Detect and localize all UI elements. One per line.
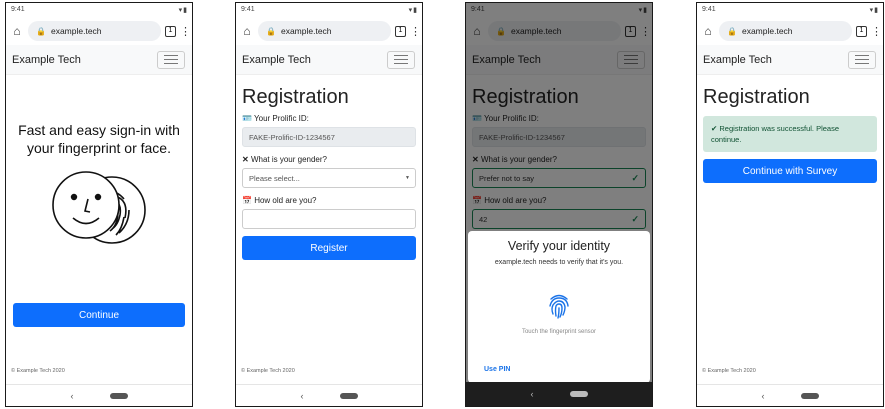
status-time: 9:41 — [702, 6, 716, 13]
fingerprint-hint: Touch the fingerprint sensor — [521, 329, 597, 335]
address-text: example.tech — [280, 26, 332, 36]
site-brand[interactable]: Example Tech — [703, 54, 772, 66]
hamburger-menu-icon[interactable] — [848, 50, 876, 69]
page-title: Registration — [242, 86, 349, 108]
success-message: Registration was successful. Please cont… — [711, 124, 840, 144]
back-icon[interactable]: ‹ — [762, 391, 765, 401]
site-navbar: Example Tech — [6, 45, 192, 75]
continue-survey-button[interactable]: Continue with Survey — [703, 159, 877, 183]
biometric-prompt-sheet: Verify your identity example.tech needs … — [468, 231, 650, 383]
address-bar[interactable]: 🔒 example.tech — [719, 21, 852, 41]
address-bar[interactable]: 🔒 example.tech — [28, 21, 161, 41]
page-title: Registration — [703, 86, 810, 108]
status-bar: 9:41 ▾▮ — [697, 3, 883, 17]
system-nav-bar: ‹ — [236, 384, 422, 406]
home-pill-icon[interactable] — [109, 392, 128, 399]
site-navbar: Example Tech — [697, 45, 883, 75]
id-card-icon: 🪪 — [242, 114, 252, 123]
address-text: example.tech — [741, 26, 793, 36]
site-brand[interactable]: Example Tech — [12, 54, 81, 66]
signal-battery-icon: ▾▮ — [869, 7, 879, 14]
registration-form: Registration 🪪 Your Prolific ID: FAKE-Pr… — [236, 86, 422, 260]
cross-icon: ✕ — [242, 155, 249, 164]
kebab-menu-icon[interactable]: ⋮ — [871, 25, 882, 38]
back-icon[interactable]: ‹ — [301, 391, 304, 401]
hamburger-menu-icon[interactable] — [157, 50, 185, 69]
signal-battery-icon: ▾▮ — [408, 7, 418, 14]
tab-switcher-button[interactable]: 1 — [165, 25, 176, 37]
lock-icon: 🔒 — [36, 26, 46, 36]
success-alert: ✔ Registration was successful. Please co… — [703, 116, 877, 152]
address-bar[interactable]: 🔒 example.tech — [258, 21, 391, 41]
hamburger-menu-icon[interactable] — [387, 50, 415, 69]
system-nav-bar: ‹ — [6, 384, 192, 406]
home-icon[interactable]: ⌂ — [240, 24, 254, 38]
select-arrow-icon: ▼ — [405, 175, 410, 181]
status-bar: 9:41 ▾▮ — [6, 3, 192, 17]
verify-title: Verify your identity — [507, 239, 611, 253]
kebab-menu-icon[interactable]: ⋮ — [410, 25, 421, 38]
footer-copyright: © Example Tech 2020 — [702, 368, 756, 374]
lock-icon: 🔒 — [727, 26, 737, 36]
status-time: 9:41 — [241, 6, 255, 13]
footer-copyright: © Example Tech 2020 — [11, 368, 65, 374]
continue-button[interactable]: Continue — [13, 303, 185, 327]
system-nav-bar: ‹ — [466, 382, 652, 406]
main-content: Registration ✔ Registration was successf… — [697, 86, 883, 183]
fingerprint-icon[interactable] — [547, 292, 571, 320]
footer-copyright: © Example Tech 2020 — [241, 368, 295, 374]
tab-switcher-button[interactable]: 1 — [856, 25, 867, 37]
home-pill-icon[interactable] — [569, 391, 588, 397]
address-text: example.tech — [50, 26, 102, 36]
signin-headline: Fast and easy sign-in with your fingerpr… — [18, 122, 180, 156]
id-label: 🪪 Your Prolific ID: — [242, 114, 309, 123]
age-input[interactable] — [242, 209, 416, 229]
age-label: 📅 How old are you? — [242, 196, 317, 205]
status-time: 9:41 — [11, 6, 25, 13]
home-icon[interactable]: ⌂ — [701, 24, 715, 38]
gender-select[interactable]: Please select... ▼ — [242, 168, 416, 188]
check-circle-icon: ✔ — [711, 124, 718, 133]
back-icon[interactable]: ‹ — [531, 389, 534, 399]
status-bar: 9:41 ▾▮ — [236, 3, 422, 17]
phone-screen-2: 9:41 ▾▮ ⌂ 🔒 example.tech 1 ⋮ Example Tec… — [235, 2, 423, 407]
phone-screen-3: 9:41 ▾▮ ⌂ 🔒 example.tech 1 ⋮ Example Tec… — [465, 2, 653, 407]
site-brand[interactable]: Example Tech — [242, 54, 311, 66]
phone-screen-4: 9:41 ▾▮ ⌂ 🔒 example.tech 1 ⋮ Example Tec… — [696, 2, 884, 407]
back-icon[interactable]: ‹ — [71, 391, 74, 401]
calendar-icon: 📅 — [242, 196, 252, 205]
signal-battery-icon: ▾▮ — [178, 7, 188, 14]
home-pill-icon[interactable] — [339, 392, 358, 399]
browser-toolbar: ⌂ 🔒 example.tech 1 ⋮ — [236, 17, 422, 45]
system-nav-bar: ‹ — [697, 384, 883, 406]
use-pin-button[interactable]: Use PIN — [484, 366, 510, 373]
phone-screen-1: 9:41 ▾▮ ⌂ 🔒 example.tech 1 ⋮ Example Tec… — [5, 2, 193, 407]
prolific-id-field: FAKE-Prolific-ID-1234567 — [242, 127, 416, 147]
kebab-menu-icon[interactable]: ⋮ — [180, 25, 191, 38]
face-fingerprint-illustration-icon — [52, 171, 146, 244]
verify-subtitle: example.tech needs to verify that it's y… — [494, 259, 624, 266]
register-button[interactable]: Register — [242, 236, 416, 260]
site-navbar: Example Tech — [236, 45, 422, 75]
browser-toolbar: ⌂ 🔒 example.tech 1 ⋮ — [6, 17, 192, 45]
browser-toolbar: ⌂ 🔒 example.tech 1 ⋮ — [697, 17, 883, 45]
home-pill-icon[interactable] — [800, 392, 819, 399]
tab-switcher-button[interactable]: 1 — [395, 25, 406, 37]
lock-icon: 🔒 — [266, 26, 276, 36]
home-icon[interactable]: ⌂ — [10, 24, 24, 38]
gender-label: ✕ What is your gender? — [242, 155, 327, 164]
main-content: Fast and easy sign-in with your fingerpr… — [6, 121, 192, 247]
